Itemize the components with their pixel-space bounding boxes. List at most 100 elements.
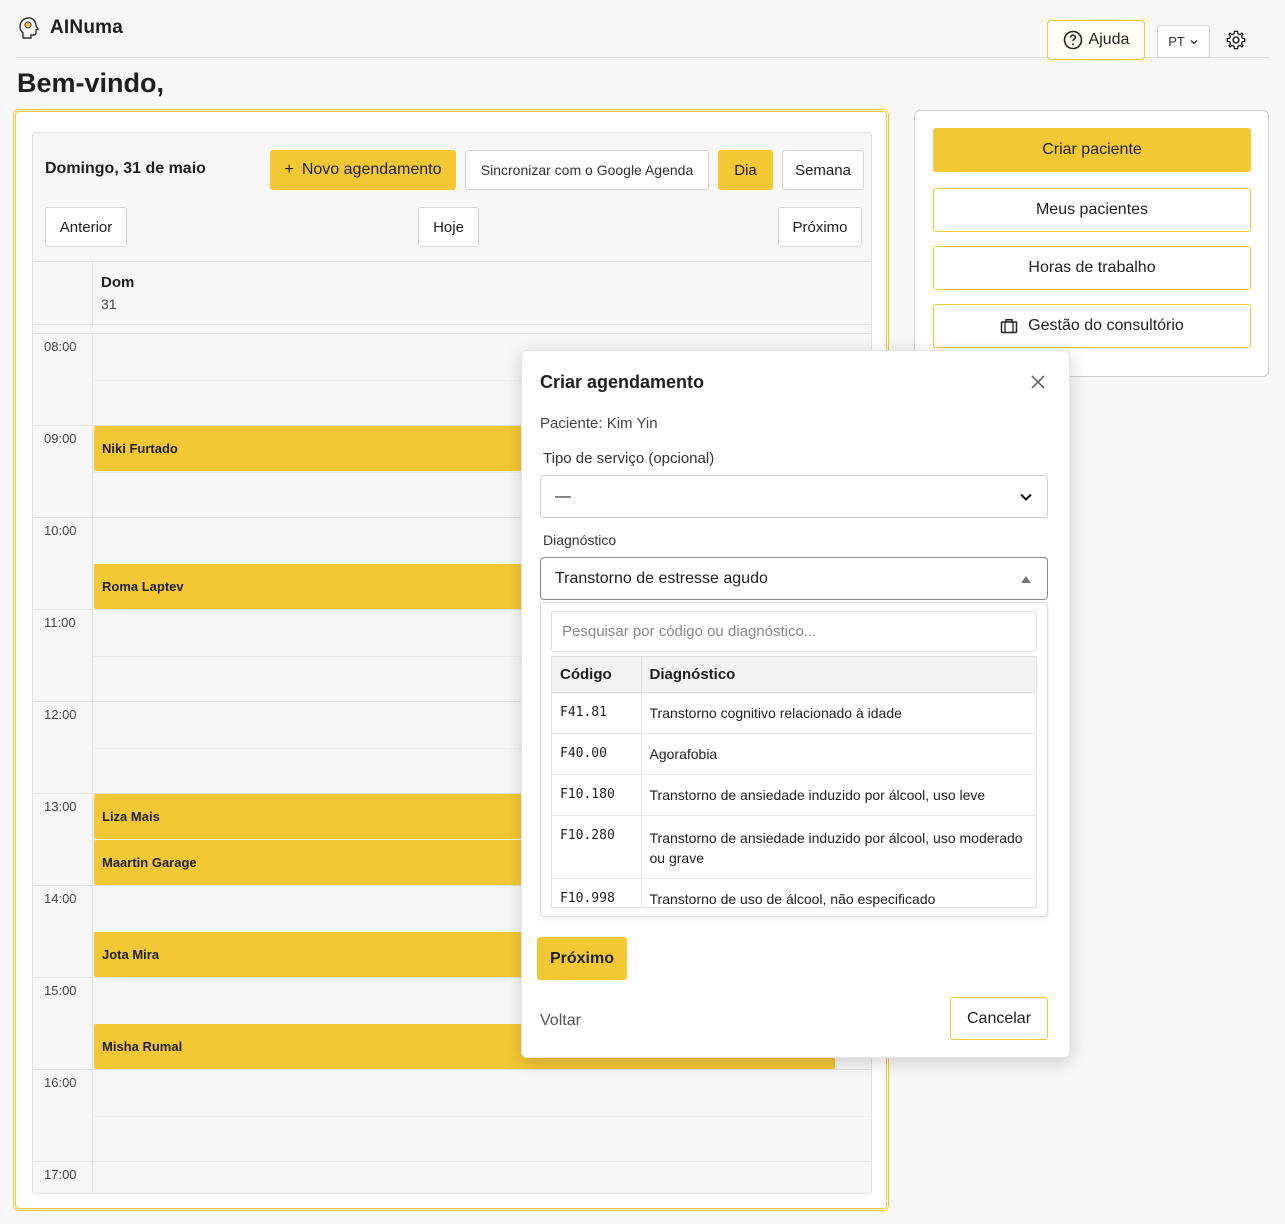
language-select[interactable]: PT — [1157, 25, 1210, 58]
caret-up-icon — [1021, 576, 1031, 583]
table-row[interactable]: F40.00 Agorafobia — [552, 733, 1036, 775]
hour-label: 09:00 — [44, 431, 77, 446]
calendar-event[interactable]: Maartin Garage — [94, 840, 564, 885]
hour-label: 15:00 — [44, 983, 77, 998]
row-code: F10.998 — [552, 878, 642, 907]
close-icon[interactable] — [1029, 373, 1047, 391]
day-name: Dom — [101, 274, 135, 291]
diagnosis-table: Código Diagnóstico F41.81 Transtorno cog… — [551, 656, 1037, 908]
table-row[interactable]: F10.998 Transtorno de uso de álcool, não… — [552, 878, 1036, 907]
prev-label: Anterior — [59, 218, 113, 236]
table-row[interactable]: F41.81 Transtorno cognitivo relacionado … — [552, 692, 1036, 734]
hour-label: 13:00 — [44, 799, 77, 814]
event-patient-name: Maartin Garage — [102, 855, 197, 870]
create-appointment-modal: Criar agendamento Paciente: Kim Yin Tipo… — [521, 350, 1070, 1058]
diagnosis-label: Diagnóstico — [543, 532, 617, 548]
table-header-row: Código Diagnóstico — [552, 657, 1036, 693]
modal-title: Criar agendamento — [540, 372, 705, 392]
calendar-event[interactable]: Niki Furtado — [94, 426, 564, 471]
help-button[interactable]: Ajuda — [1047, 20, 1145, 60]
today-label: Hoje — [433, 218, 464, 236]
practice-management-label: Gestão do consultório — [1028, 317, 1184, 334]
work-hours-button[interactable]: Horas de trabalho — [933, 246, 1251, 290]
language-label: PT — [1168, 34, 1185, 49]
next-button[interactable]: Próximo — [537, 937, 627, 980]
hour-label: 11:00 — [44, 615, 76, 630]
event-patient-name: Jota Mira — [102, 947, 160, 962]
view-day-label: Dia — [734, 161, 757, 179]
time-gutter-header — [33, 262, 93, 326]
service-type-label: Tipo de serviço (opcional) — [543, 450, 715, 467]
side-panel: Criar paciente Meus pacientes Horas de t… — [914, 110, 1269, 377]
calendar-event[interactable]: Jota Mira — [94, 932, 564, 977]
service-type-select[interactable]: — — [540, 475, 1048, 518]
hour-slot[interactable]: 17:00 — [33, 1161, 871, 1193]
my-patients-button[interactable]: Meus pacientes — [933, 188, 1251, 232]
hour-slot[interactable]: 16:00 — [33, 1069, 871, 1161]
row-code: F41.81 — [552, 692, 642, 734]
calendar-event[interactable]: Roma Laptev — [94, 564, 564, 609]
service-type-value: — — [555, 488, 571, 505]
plus-icon: + — [284, 161, 294, 178]
hour-label: 12:00 — [44, 707, 77, 722]
row-diagnosis: Transtorno de ansiedade induzido por álc… — [641, 774, 1036, 816]
view-week-label: Semana — [795, 161, 851, 179]
chevron-down-icon — [1020, 493, 1032, 501]
diagnosis-select[interactable]: Transtorno de estresse agudo — [540, 557, 1048, 600]
head-brain-icon — [19, 17, 40, 39]
next-label: Próximo — [549, 949, 614, 967]
row-code: F10.180 — [552, 774, 642, 816]
calendar-event[interactable]: Liza Mais — [94, 794, 564, 839]
view-day-button[interactable]: Dia — [718, 150, 773, 190]
briefcase-icon — [1000, 319, 1018, 334]
practice-management-button[interactable]: Gestão do consultório — [933, 304, 1251, 348]
my-patients-label: Meus pacientes — [1035, 201, 1149, 218]
patient-label: Paciente: Kim Yin — [540, 415, 658, 432]
app-logo[interactable]: AINuma — [18, 16, 123, 40]
hour-label: 16:00 — [44, 1075, 77, 1090]
chevron-down-icon — [1190, 39, 1198, 44]
column-header-diagnosis: Diagnóstico — [641, 657, 1036, 693]
hour-label: 17:00 — [44, 1167, 77, 1182]
diagnosis-value: Transtorno de estresse agudo — [555, 570, 768, 587]
table-row[interactable]: F10.180 Transtorno de ansiedade induzido… — [552, 774, 1036, 816]
half-hour-line — [93, 1116, 871, 1117]
new-appointment-button[interactable]: + Novo agendamento — [270, 150, 456, 190]
cancel-label: Cancelar — [966, 1009, 1032, 1027]
next-day-button[interactable]: Próximo — [778, 207, 862, 247]
google-sync-label: Sincronizar com o Google Agenda — [480, 162, 694, 178]
diagnosis-dropdown: Código Diagnóstico F41.81 Transtorno cog… — [540, 602, 1048, 917]
prev-button[interactable]: Anterior — [45, 207, 127, 247]
table-row[interactable]: F10.280 Transtorno de ansiedade induzido… — [552, 815, 1036, 879]
event-patient-name: Liza Mais — [102, 809, 160, 824]
row-diagnosis: Transtorno de uso de álcool, não especif… — [641, 878, 1036, 907]
day-header: Dom 31 — [33, 261, 871, 326]
page-title: Bem-vindo, — [17, 68, 165, 98]
column-header-code: Código — [552, 657, 642, 693]
row-diagnosis: Transtorno cognitivo relacionado à idade — [641, 692, 1036, 734]
row-code: F10.280 — [552, 815, 642, 879]
question-circle-icon — [1063, 30, 1082, 50]
event-patient-name: Niki Furtado — [102, 441, 178, 456]
day-number: 31 — [101, 296, 117, 312]
google-sync-button[interactable]: Sincronizar com o Google Agenda — [465, 150, 709, 190]
create-patient-label: Criar paciente — [1042, 141, 1142, 158]
work-hours-label: Horas de trabalho — [1028, 259, 1156, 276]
view-week-button[interactable]: Semana — [782, 150, 864, 190]
hour-label: 10:00 — [44, 523, 77, 538]
help-label: Ajuda — [1088, 31, 1130, 48]
diagnosis-search-input[interactable] — [551, 611, 1037, 652]
cancel-button[interactable]: Cancelar — [950, 997, 1048, 1040]
app-name: AINuma — [50, 17, 123, 38]
create-patient-button[interactable]: Criar paciente — [933, 128, 1251, 172]
top-bar: AINuma Ajuda PT — [16, 8, 1270, 60]
event-patient-name: Misha Rumal — [102, 1039, 183, 1054]
gear-icon[interactable] — [1225, 29, 1247, 51]
event-patient-name: Roma Laptev — [102, 579, 184, 594]
next-day-label: Próximo — [792, 218, 848, 236]
back-link[interactable]: Voltar — [540, 1012, 581, 1030]
row-code: F40.00 — [552, 733, 642, 775]
today-button[interactable]: Hoje — [418, 207, 479, 247]
hour-label: 14:00 — [44, 891, 77, 906]
hour-label: 08:00 — [44, 339, 77, 354]
